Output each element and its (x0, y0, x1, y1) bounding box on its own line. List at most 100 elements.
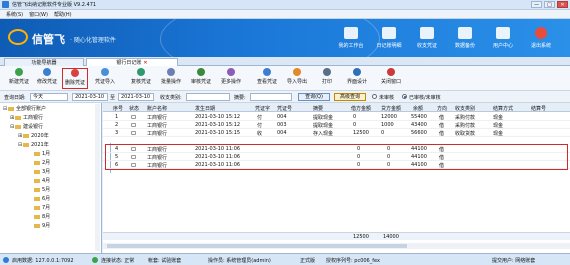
tab-function-navigator[interactable]: 功能导航器 (4, 58, 84, 66)
tree-node-month[interactable]: 7月 (34, 204, 50, 212)
col-header[interactable]: 结算方式 (493, 105, 513, 112)
add-icon (15, 68, 23, 76)
table-row[interactable]: 1 工商银行 2021-03-10 15:12 付 004 提取现金 0 120… (103, 113, 570, 121)
tree-node-bank2[interactable]: ⊟ 建设银行 (10, 123, 43, 131)
tree-node-bank1[interactable]: ⊞ 工商银行 (10, 114, 43, 122)
col-header[interactable]: 贷方金额 (381, 105, 401, 112)
edit-voucher-button[interactable]: 修改凭证 (34, 68, 60, 89)
col-header[interactable]: 借方金额 (351, 105, 371, 112)
col-header[interactable]: 摘要 (313, 105, 323, 112)
col-header[interactable]: 发生日期 (195, 105, 215, 112)
desk-icon (344, 27, 358, 39)
tree-node-month[interactable]: 2月 (34, 159, 50, 167)
tree-node-month[interactable]: 8月 (34, 213, 50, 221)
voucher-button[interactable]: 收支凭证 (408, 19, 446, 57)
status-right: 提交用户: 网络账套 (492, 258, 536, 264)
status-icon (131, 131, 136, 135)
batch-button[interactable]: 批量操作 (158, 68, 184, 89)
tree-node-month[interactable]: 9月 (34, 222, 50, 230)
more-actions-button[interactable]: 更多操作 (218, 68, 244, 89)
maximize-button[interactable]: □ (544, 1, 555, 8)
col-header[interactable]: 账户名称 (147, 105, 167, 112)
print-button[interactable]: 打印 (314, 68, 340, 89)
horizontal-scrollbar[interactable] (103, 243, 570, 249)
tree-node-2021[interactable]: ⊟ 2021年 (18, 141, 49, 149)
user-icon (496, 27, 510, 39)
account-tree: ⊟ 全部银行账户 ⊞ 工商银行 ⊟ 建设银行 ⊞ 2020年 ⊟ 2021年 1月 2月 … (0, 103, 102, 253)
delete-voucher-button[interactable]: 删除凭证 (62, 68, 88, 89)
close-button[interactable]: ✕ (557, 1, 568, 8)
import-icon (101, 68, 109, 76)
col-header[interactable]: 序号 (113, 105, 123, 112)
table-row[interactable]: 3 工商银行 2021-03-10 15:15 收 004 存入现金 12500… (103, 129, 570, 137)
grid-header: 序号 状态 账户名称 发生日期 凭证字 凭证号 摘要 借方金额 贷方金额 余额 … (103, 103, 570, 112)
toolbar: 新建凭证 修改凭证 删除凭证 凭证导入 复核凭证 批量操作 审核凭证 更多操作 … (0, 66, 570, 91)
recheck-voucher-button[interactable]: 复核凭证 (128, 68, 154, 89)
desk-button[interactable]: 我的工作台 (332, 19, 370, 57)
col-header[interactable]: 余额 (413, 105, 423, 112)
tab-bank-journal[interactable]: 银行日记账 ✕ (86, 58, 178, 66)
advanced-query-button[interactable]: 高级查询 (334, 93, 366, 101)
category-select[interactable] (186, 93, 230, 101)
server-icon (3, 257, 9, 263)
status-bar: 启用数据: 127.0.0.1:7092 连接状态: 正常 帐套: 试验账套 操… (0, 253, 570, 265)
app-icon (2, 1, 9, 8)
highlight-box (105, 144, 568, 170)
query-button[interactable]: 查询(Q) (298, 93, 330, 101)
all-reviewed-radio[interactable] (402, 94, 407, 99)
date-to-field[interactable]: 2021-03-10 (118, 93, 154, 101)
voucher-icon (420, 27, 434, 39)
import-export-icon (293, 68, 301, 76)
tree-node-all-accounts[interactable]: ⊟ 全部银行账户 (3, 105, 46, 113)
import-voucher-button[interactable]: 凭证导入 (92, 68, 118, 89)
unreviewed-radio[interactable] (372, 94, 377, 99)
total-credit: 14000 (383, 234, 399, 240)
audit-icon (197, 68, 205, 76)
layout-design-button[interactable]: 界面设计 (344, 68, 370, 89)
backup-button[interactable]: 数据备份 (446, 19, 484, 57)
banner: 信管飞 · 随心化管理软件 我的工作台 日记账明细 收支凭证 数据备份 用户中心… (0, 19, 570, 57)
tree-scrollbar[interactable] (95, 104, 100, 251)
window-title: 信管飞出纳记账软件专业版 V9.2.471 (12, 2, 97, 8)
summary-input[interactable] (250, 93, 292, 101)
calendar-icon (34, 169, 40, 174)
col-header[interactable]: 方向 (437, 105, 447, 112)
minimize-button[interactable]: — (531, 1, 542, 8)
filter-bar: 查询日期: 今天 2021-03-10 至 2021-03-10 收支类别: 摘… (0, 91, 570, 103)
tree-node-2020[interactable]: ⊞ 2020年 (18, 132, 49, 140)
close-window-button[interactable]: 关闭窗口 (378, 68, 404, 89)
edit-icon (43, 68, 51, 76)
folder-icon (15, 124, 21, 129)
ledger-icon (382, 27, 396, 39)
menu-help[interactable]: 帮助(H) (54, 11, 72, 18)
server-status: 启用数据: 127.0.0.1:7092 (12, 258, 74, 264)
tree-node-month[interactable]: 3月 (34, 168, 50, 176)
col-header[interactable]: 结算号 (531, 105, 546, 112)
user-center-button[interactable]: 用户中心 (484, 19, 522, 57)
tree-node-month[interactable]: 6月 (34, 195, 50, 203)
ledger-detail-button[interactable]: 日记账明细 (370, 19, 408, 57)
col-header[interactable]: 收支类别 (455, 105, 475, 112)
col-header[interactable]: 状态 (129, 105, 139, 112)
audit-voucher-button[interactable]: 审核凭证 (188, 68, 214, 89)
calendar-icon (34, 178, 40, 183)
menu-system[interactable]: 系统(S) (6, 11, 23, 18)
period-select[interactable]: 今天 (30, 93, 68, 101)
col-header[interactable]: 凭证字 (255, 105, 270, 112)
view-voucher-button[interactable]: 查看凭证 (254, 68, 280, 89)
tree-node-month[interactable]: 5月 (34, 186, 50, 194)
table-row[interactable]: 2 工商银行 2021-03-10 15:12 付 003 提取现金 0 100… (103, 121, 570, 129)
operator: 操作员: 系统管理员(admin) (208, 258, 271, 264)
tree-node-month[interactable]: 1月 (34, 150, 50, 158)
exit-button[interactable]: 退出系统 (522, 19, 560, 57)
date-from-field[interactable]: 2021-03-10 (72, 93, 108, 101)
col-header[interactable]: 凭证号 (277, 105, 292, 112)
recheck-icon (137, 68, 145, 76)
menu-window[interactable]: 窗口(W) (29, 11, 48, 18)
new-voucher-button[interactable]: 新建凭证 (6, 68, 32, 89)
scroll-thumb[interactable] (107, 244, 407, 248)
folder-icon (8, 106, 14, 111)
import-export-button[interactable]: 导入导出 (284, 68, 310, 89)
tree-node-month[interactable]: 4月 (34, 177, 50, 185)
period-label: 查询日期: (4, 95, 26, 101)
